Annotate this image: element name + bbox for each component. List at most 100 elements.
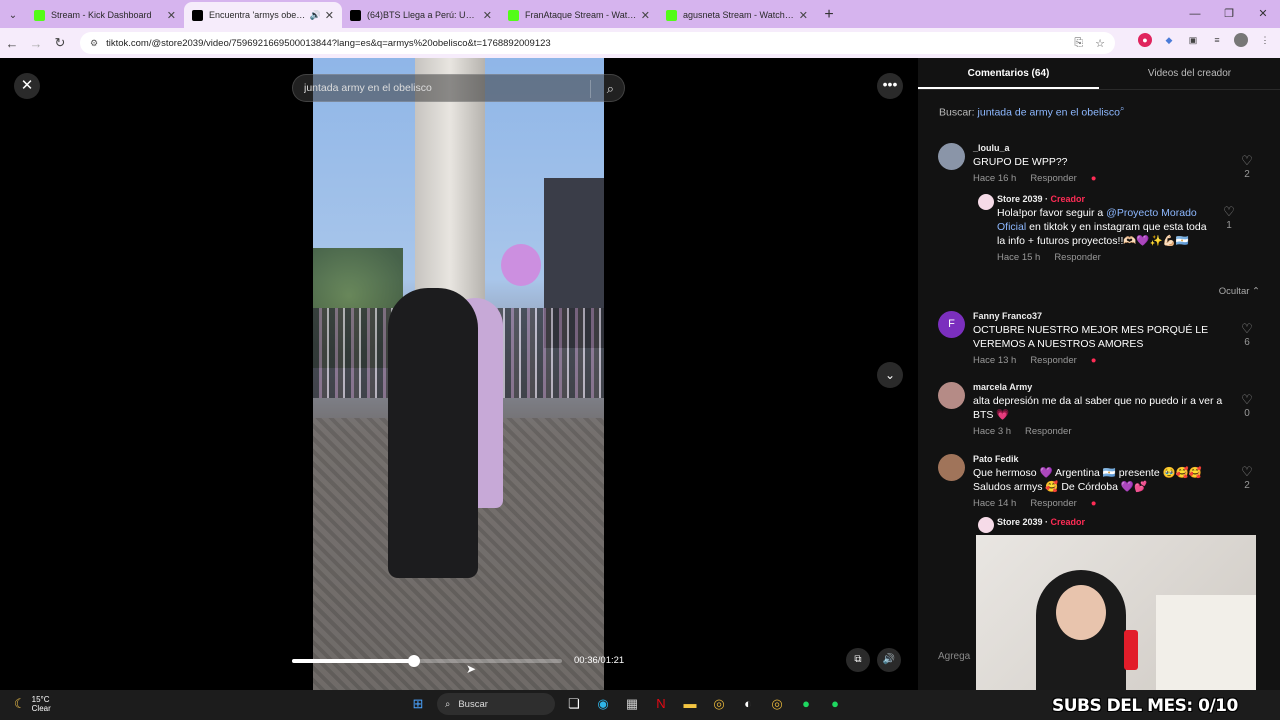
store-icon[interactable]: ▦ (622, 693, 642, 715)
more-options-button[interactable]: ••• (877, 73, 903, 99)
video-scene-balloon (501, 244, 541, 286)
comment-username[interactable]: Pato Fedik (973, 454, 1228, 464)
browser-tab-1[interactable]: Encuentra 'armys obelisco' 🔊 ✕ (184, 2, 342, 28)
close-tab-icon[interactable]: ✕ (799, 9, 808, 22)
floating-player-icon[interactable]: ⧉ (846, 648, 870, 672)
url-text: tiktok.com/@store2039/video/759692166950… (106, 37, 551, 49)
reply-username[interactable]: Store 2039 (997, 194, 1043, 204)
back-icon[interactable]: ← (0, 36, 24, 51)
heart-icon: ♡ (1241, 464, 1253, 479)
avatar[interactable] (938, 143, 965, 170)
new-tab-button[interactable]: + (816, 2, 842, 28)
related-search[interactable]: Buscar: juntada de army en el obelisco⌕ (939, 104, 1124, 119)
tab-comments[interactable]: Comentarios (64) (918, 58, 1099, 89)
obs-icon[interactable]: ◐ (738, 693, 758, 715)
site-info-icon[interactable]: ⚙ (90, 38, 98, 49)
comment-text: Que hermoso 💜 Argentina 🇦🇷 presente 🥹🥰🥰 … (973, 467, 1202, 493)
extensions: ● ◆ ▣ ≡ ⋮ (1138, 33, 1272, 47)
task-view-icon[interactable]: ❏ (564, 693, 584, 715)
edge-icon[interactable]: ◉ (593, 693, 613, 715)
close-tab-icon[interactable]: ✕ (641, 9, 650, 22)
creator-badge: Creador (1050, 194, 1086, 204)
chrome-icon[interactable]: ◎ (709, 693, 729, 715)
like-button[interactable]: ♡ 0 (1236, 392, 1258, 419)
chrome-profile-icon[interactable]: ◎ (767, 693, 787, 715)
avatar[interactable] (938, 382, 965, 409)
search-icon: ⌕ (445, 698, 451, 710)
video-frame[interactable] (313, 58, 604, 690)
like-button[interactable]: ♡ 2 (1236, 464, 1258, 491)
weather-widget[interactable]: ☾ 15°C Clear (14, 695, 51, 713)
tab-creator-videos[interactable]: Videos del creador (1099, 58, 1280, 89)
comment-username[interactable]: Fanny Franco37 (973, 311, 1228, 321)
avatar[interactable]: F (938, 311, 965, 338)
minimize-icon[interactable]: — (1178, 0, 1212, 28)
progress-knob[interactable] (407, 655, 420, 667)
like-button[interactable]: ♡ 2 (1236, 153, 1258, 180)
next-video-chevron-down-icon[interactable]: ⌄ (877, 362, 903, 388)
reply-button[interactable]: Responder (1030, 173, 1076, 184)
close-window-icon[interactable]: ✕ (1246, 0, 1280, 28)
spotify-alt-icon[interactable]: ● (825, 693, 845, 715)
profile-avatar-icon[interactable] (1234, 33, 1248, 47)
puzzle-extensions-icon[interactable]: ▣ (1186, 33, 1200, 47)
video-progress-bar[interactable] (292, 655, 562, 667)
search-divider (590, 80, 591, 98)
heart-icon: ♡ (1223, 204, 1235, 219)
avatar[interactable] (978, 517, 994, 533)
search-input[interactable] (304, 82, 584, 94)
browser-tab-4[interactable]: agusneta Stream - Watch Live o ✕ (658, 2, 816, 28)
search-icon[interactable]: ⌕ (607, 81, 614, 97)
browser-tab-2[interactable]: (64)BTS Llega a Perú: Un Sueñ ✕ (342, 2, 500, 28)
add-comment-input[interactable]: Agrega (938, 651, 970, 662)
hide-label: Ocultar (1218, 286, 1250, 297)
tab-search-chevron-icon[interactable]: ⌄ (0, 2, 26, 28)
hide-replies-button[interactable]: Ocultar ⌃ (1219, 286, 1260, 297)
heart-icon: ♡ (1241, 321, 1253, 336)
netflix-icon[interactable]: N (651, 693, 671, 715)
kick-favicon-icon (34, 9, 45, 21)
taskbar-search[interactable]: ⌕ Buscar (437, 693, 555, 715)
tab-title: FranAtaque Stream - Watch Live (525, 10, 637, 20)
cast-icon[interactable]: ⎘ (1074, 37, 1083, 50)
audio-icon[interactable]: 🔊 (310, 10, 321, 21)
reload-icon[interactable]: ↻ (48, 35, 72, 51)
creator-liked-icon: ● (1090, 498, 1097, 509)
close-tab-icon[interactable]: ✕ (325, 9, 334, 22)
browser-tab-3[interactable]: FranAtaque Stream - Watch Live ✕ (500, 2, 658, 28)
reply-text: Hola!por favor seguir a (997, 207, 1104, 219)
file-explorer-icon[interactable]: ▬ (680, 693, 700, 715)
reply-button[interactable]: Responder (1025, 426, 1071, 437)
adblock-icon[interactable]: ● (1138, 33, 1152, 47)
translate-icon[interactable]: ◆ (1162, 33, 1176, 47)
video-search-bar[interactable]: ⌕ (292, 74, 625, 102)
bookmark-star-icon[interactable]: ☆ (1095, 37, 1105, 50)
close-tab-icon[interactable]: ✕ (167, 9, 176, 22)
close-video-button[interactable]: ✕ (14, 73, 40, 99)
panel-tabs: Comentarios (64) Videos del creador (918, 58, 1280, 90)
spotify-icon[interactable]: ● (796, 693, 816, 715)
menu-kebab-icon[interactable]: ⋮ (1258, 33, 1272, 47)
volume-icon[interactable]: 🔊 (877, 648, 901, 672)
avatar[interactable] (978, 194, 994, 210)
browser-tab-0[interactable]: Stream - Kick Dashboard ✕ (26, 2, 184, 28)
media-control-icon[interactable]: ≡ (1210, 33, 1224, 47)
like-button[interactable]: ♡ 6 (1236, 321, 1258, 348)
avatar[interactable] (938, 454, 965, 481)
comment-username[interactable]: _loulu_a (973, 143, 1228, 153)
streamer-face (1056, 585, 1106, 640)
reply-button[interactable]: Responder (1030, 498, 1076, 509)
like-count: 0 (1244, 408, 1250, 419)
restore-icon[interactable]: ❐ (1212, 0, 1246, 28)
reply-button[interactable]: Responder (1030, 355, 1076, 366)
reply-button[interactable]: Responder (1054, 252, 1100, 263)
close-tab-icon[interactable]: ✕ (483, 9, 492, 22)
moon-icon: ☾ (14, 696, 26, 711)
forward-icon[interactable]: → (24, 36, 48, 51)
comment-username[interactable]: marcela Army (973, 382, 1228, 392)
related-search-query[interactable]: juntada de army en el obelisco (978, 107, 1120, 119)
like-button[interactable]: ♡ 1 (1218, 204, 1240, 231)
windows-start-icon[interactable]: ⊞ (408, 693, 428, 715)
url-field[interactable]: ⚙ tiktok.com/@store2039/video/7596921669… (80, 32, 1115, 54)
reply-username[interactable]: Store 2039 (997, 517, 1043, 527)
